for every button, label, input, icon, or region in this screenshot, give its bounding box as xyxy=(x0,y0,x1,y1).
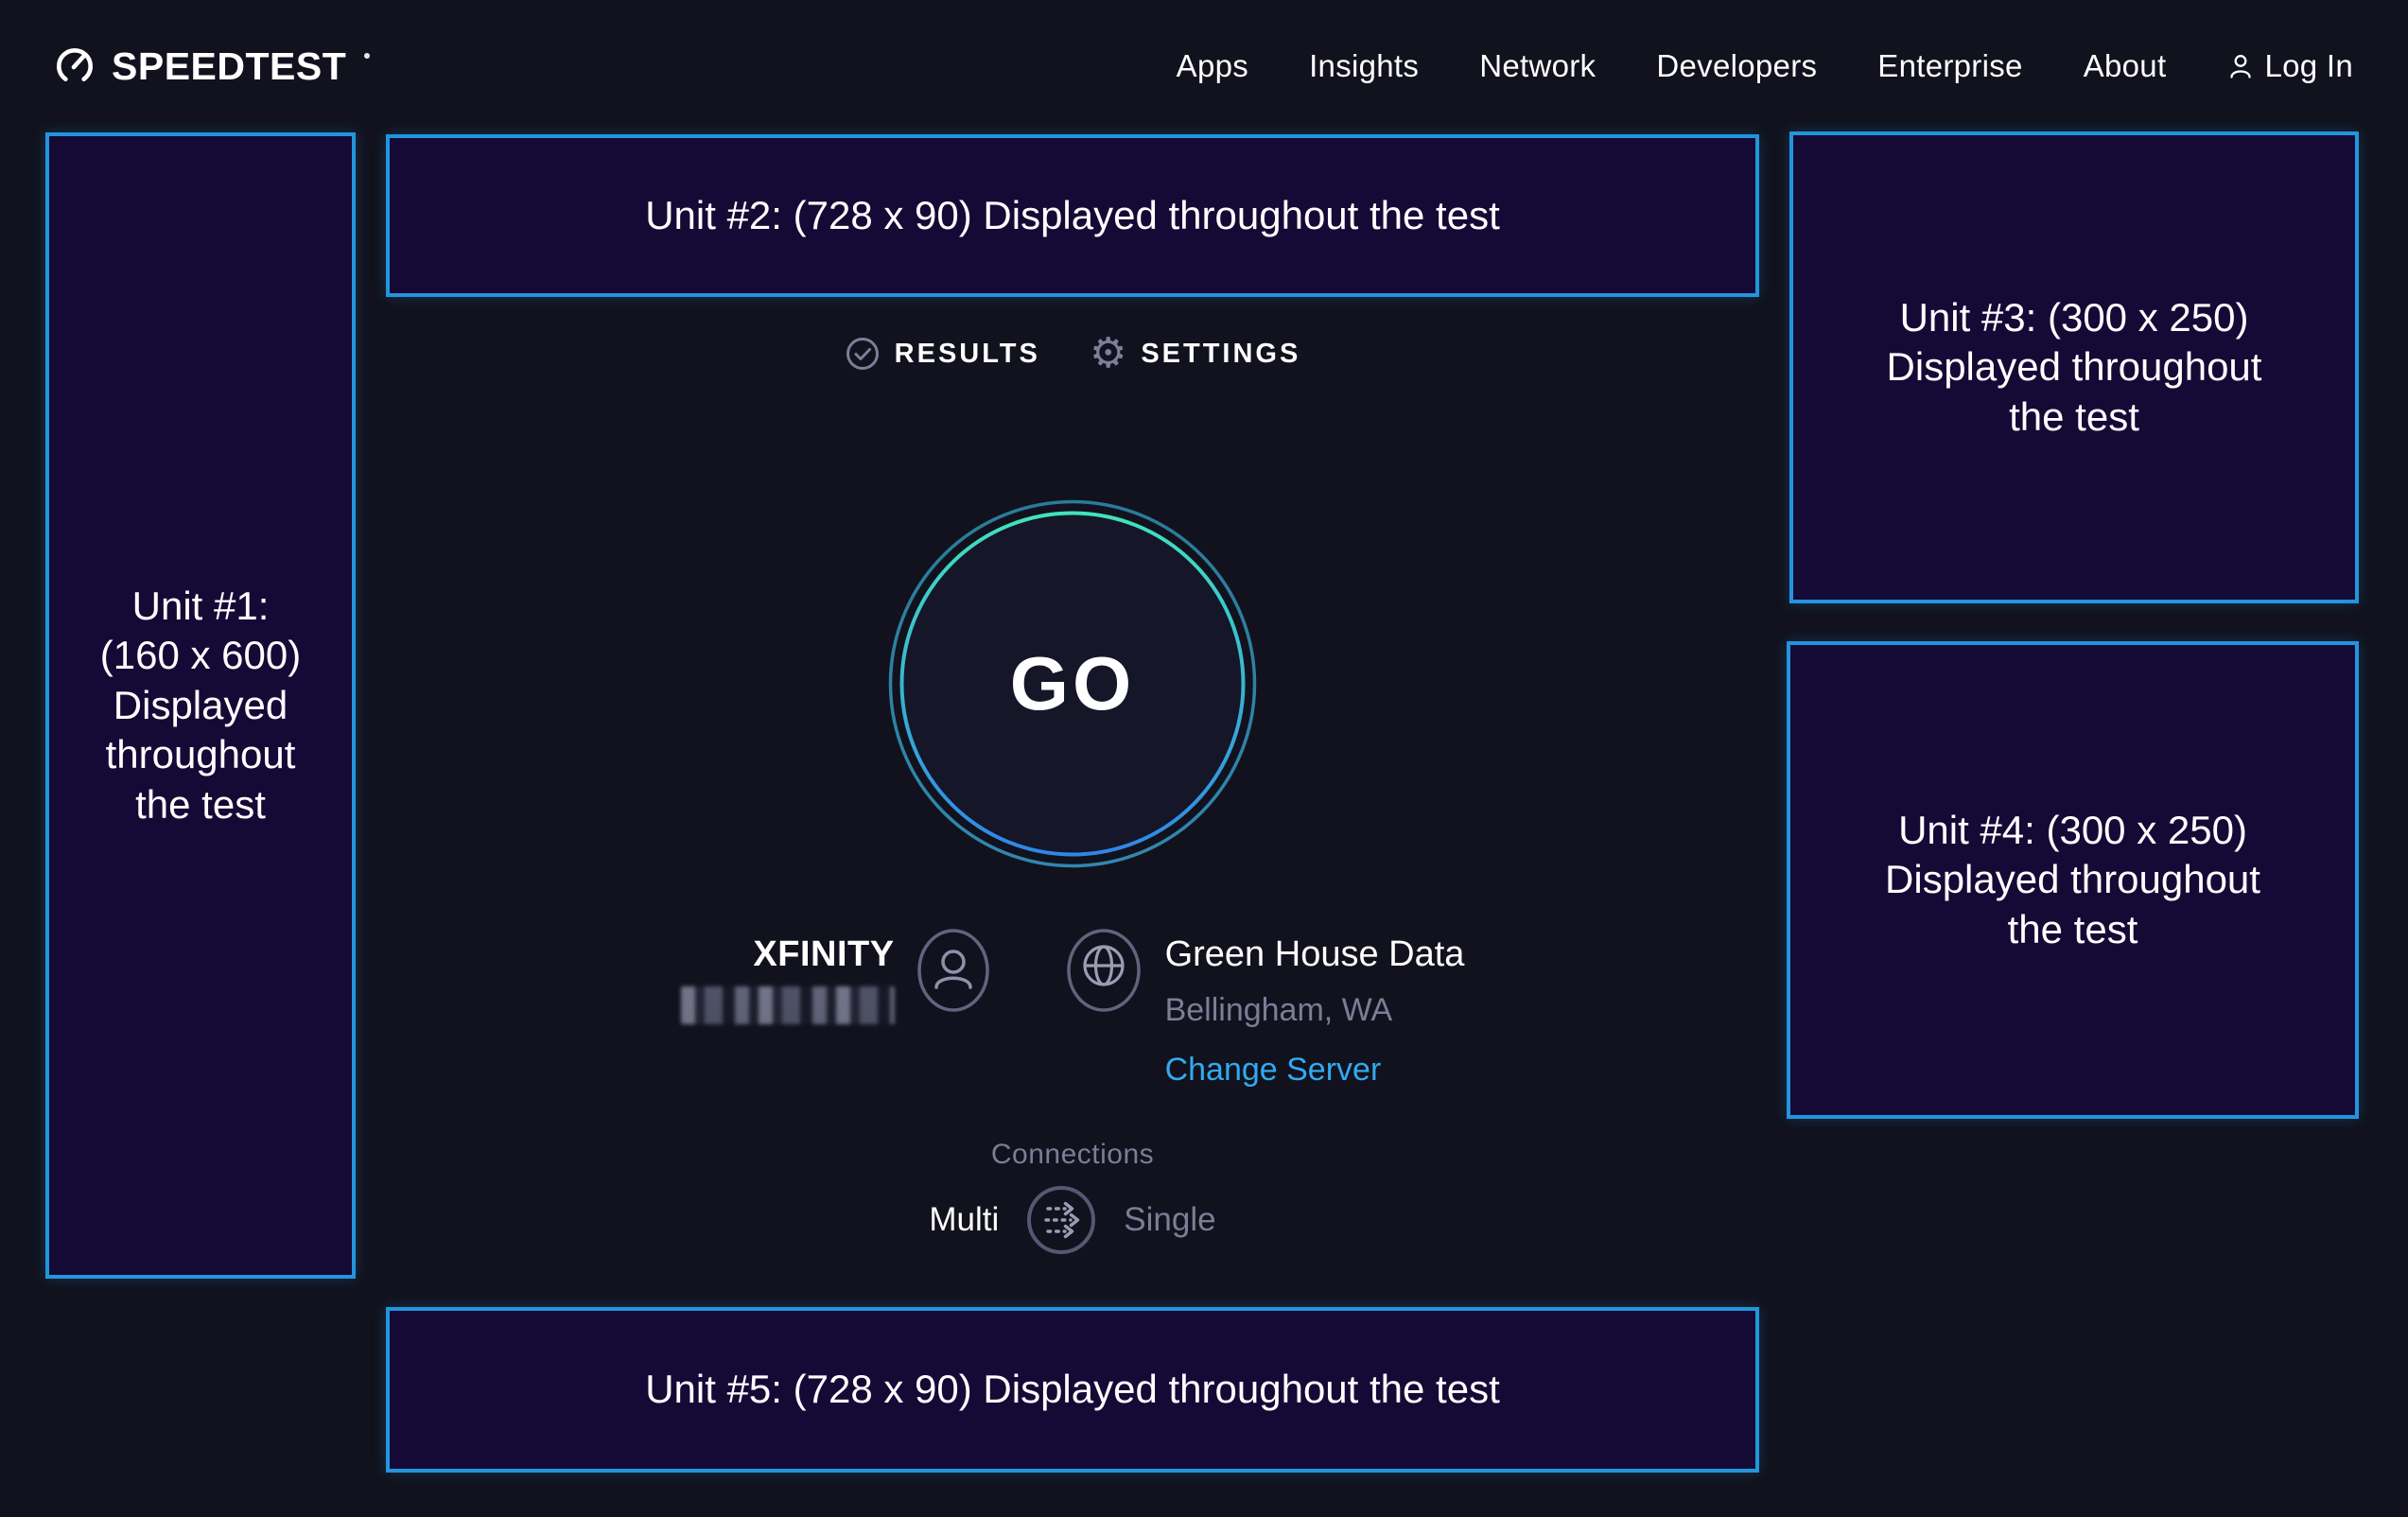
tab-settings-label: SETTINGS xyxy=(1141,339,1300,370)
ad-unit-5-leaderboard[interactable]: Unit #5: (728 x 90) Displayed throughout… xyxy=(386,1307,1759,1473)
nav-item-network[interactable]: Network xyxy=(1479,48,1596,84)
login-label: Log In xyxy=(2264,48,2353,84)
isp-info: XFINITY xyxy=(681,927,991,1024)
globe-icon xyxy=(1065,927,1143,1014)
ad-text-line: Unit #5: (728 x 90) Displayed throughout… xyxy=(645,1365,1500,1415)
server-location: Bellingham, WA xyxy=(1165,992,1393,1029)
ad-text-line: Displayed xyxy=(113,681,288,731)
isp-avatar-icon xyxy=(916,927,991,1014)
go-button[interactable]: GO xyxy=(887,498,1258,869)
multi-connections-icon[interactable] xyxy=(1025,1184,1097,1256)
ip-address-redacted xyxy=(681,986,895,1024)
ad-text-line: the test xyxy=(2009,392,2139,443)
nav-item-insights[interactable]: Insights xyxy=(1309,48,1419,84)
go-button-label: GO xyxy=(887,498,1258,869)
ad-text-line: throughout xyxy=(106,730,296,780)
tab-results[interactable]: RESULTS xyxy=(845,333,1040,375)
ad-unit-3-rectangle[interactable]: Unit #3: (300 x 250) Displayed throughou… xyxy=(1789,131,2359,603)
ad-text-line: Displayed throughout xyxy=(1887,342,2262,392)
trademark-dot xyxy=(364,53,370,59)
nav-item-enterprise[interactable]: Enterprise xyxy=(1877,48,2022,84)
isp-name: XFINITY xyxy=(753,934,894,975)
ad-text-line: Unit #4: (300 x 250) xyxy=(1898,806,2247,856)
ad-text-line: Displayed throughout xyxy=(1885,855,2260,905)
gear-icon: ⚙︎ xyxy=(1090,333,1126,375)
connections-label: Connections xyxy=(386,1139,1759,1171)
nav-item-about[interactable]: About xyxy=(2084,48,2167,84)
nav-item-developers[interactable]: Developers xyxy=(1656,48,1817,84)
ad-unit-1-skyscraper[interactable]: Unit #1: (160 x 600) Displayed throughou… xyxy=(45,132,356,1279)
results-settings-tabs: RESULTS ⚙︎ SETTINGS xyxy=(386,333,1759,375)
change-server-link[interactable]: Change Server xyxy=(1165,1052,1382,1089)
speedometer-icon xyxy=(53,44,96,88)
ad-text-line: Unit #1: xyxy=(132,582,270,632)
ad-unit-2-leaderboard[interactable]: Unit #2: (728 x 90) Displayed throughout… xyxy=(386,134,1759,297)
main-nav: Apps Insights Network Developers Enterpr… xyxy=(1177,48,2353,84)
server-name: Green House Data xyxy=(1165,934,1465,975)
brand-name: SPEEDTEST xyxy=(112,44,346,89)
connection-info-row: XFINITY Green House Data Bellingham, WA … xyxy=(386,927,1759,1089)
ad-text-line: Unit #3: (300 x 250) xyxy=(1900,293,2249,343)
ad-text-line: Unit #2: (728 x 90) Displayed throughout… xyxy=(645,191,1500,241)
top-nav-bar: SPEEDTEST Apps Insights Network Develope… xyxy=(0,0,2408,132)
speedtest-logo[interactable]: SPEEDTEST xyxy=(53,44,370,89)
ad-text-line: the test xyxy=(135,780,266,830)
ad-unit-4-rectangle[interactable]: Unit #4: (300 x 250) Displayed throughou… xyxy=(1787,641,2359,1119)
server-info: Green House Data Bellingham, WA Change S… xyxy=(1065,927,1465,1089)
nav-item-apps[interactable]: Apps xyxy=(1177,48,1248,84)
tab-results-label: RESULTS xyxy=(895,339,1040,370)
user-icon xyxy=(2226,52,2255,80)
tab-settings[interactable]: ⚙︎ SETTINGS xyxy=(1090,333,1300,375)
check-circle-icon xyxy=(845,336,881,372)
ad-text-line: the test xyxy=(2008,905,2138,955)
connections-single-option[interactable]: Single xyxy=(1124,1201,1215,1239)
ad-text-line: (160 x 600) xyxy=(100,631,301,681)
connections-toggle-row: Multi Single xyxy=(386,1184,1759,1256)
connections-multi-option[interactable]: Multi xyxy=(929,1201,999,1239)
login-button[interactable]: Log In xyxy=(2226,48,2353,84)
